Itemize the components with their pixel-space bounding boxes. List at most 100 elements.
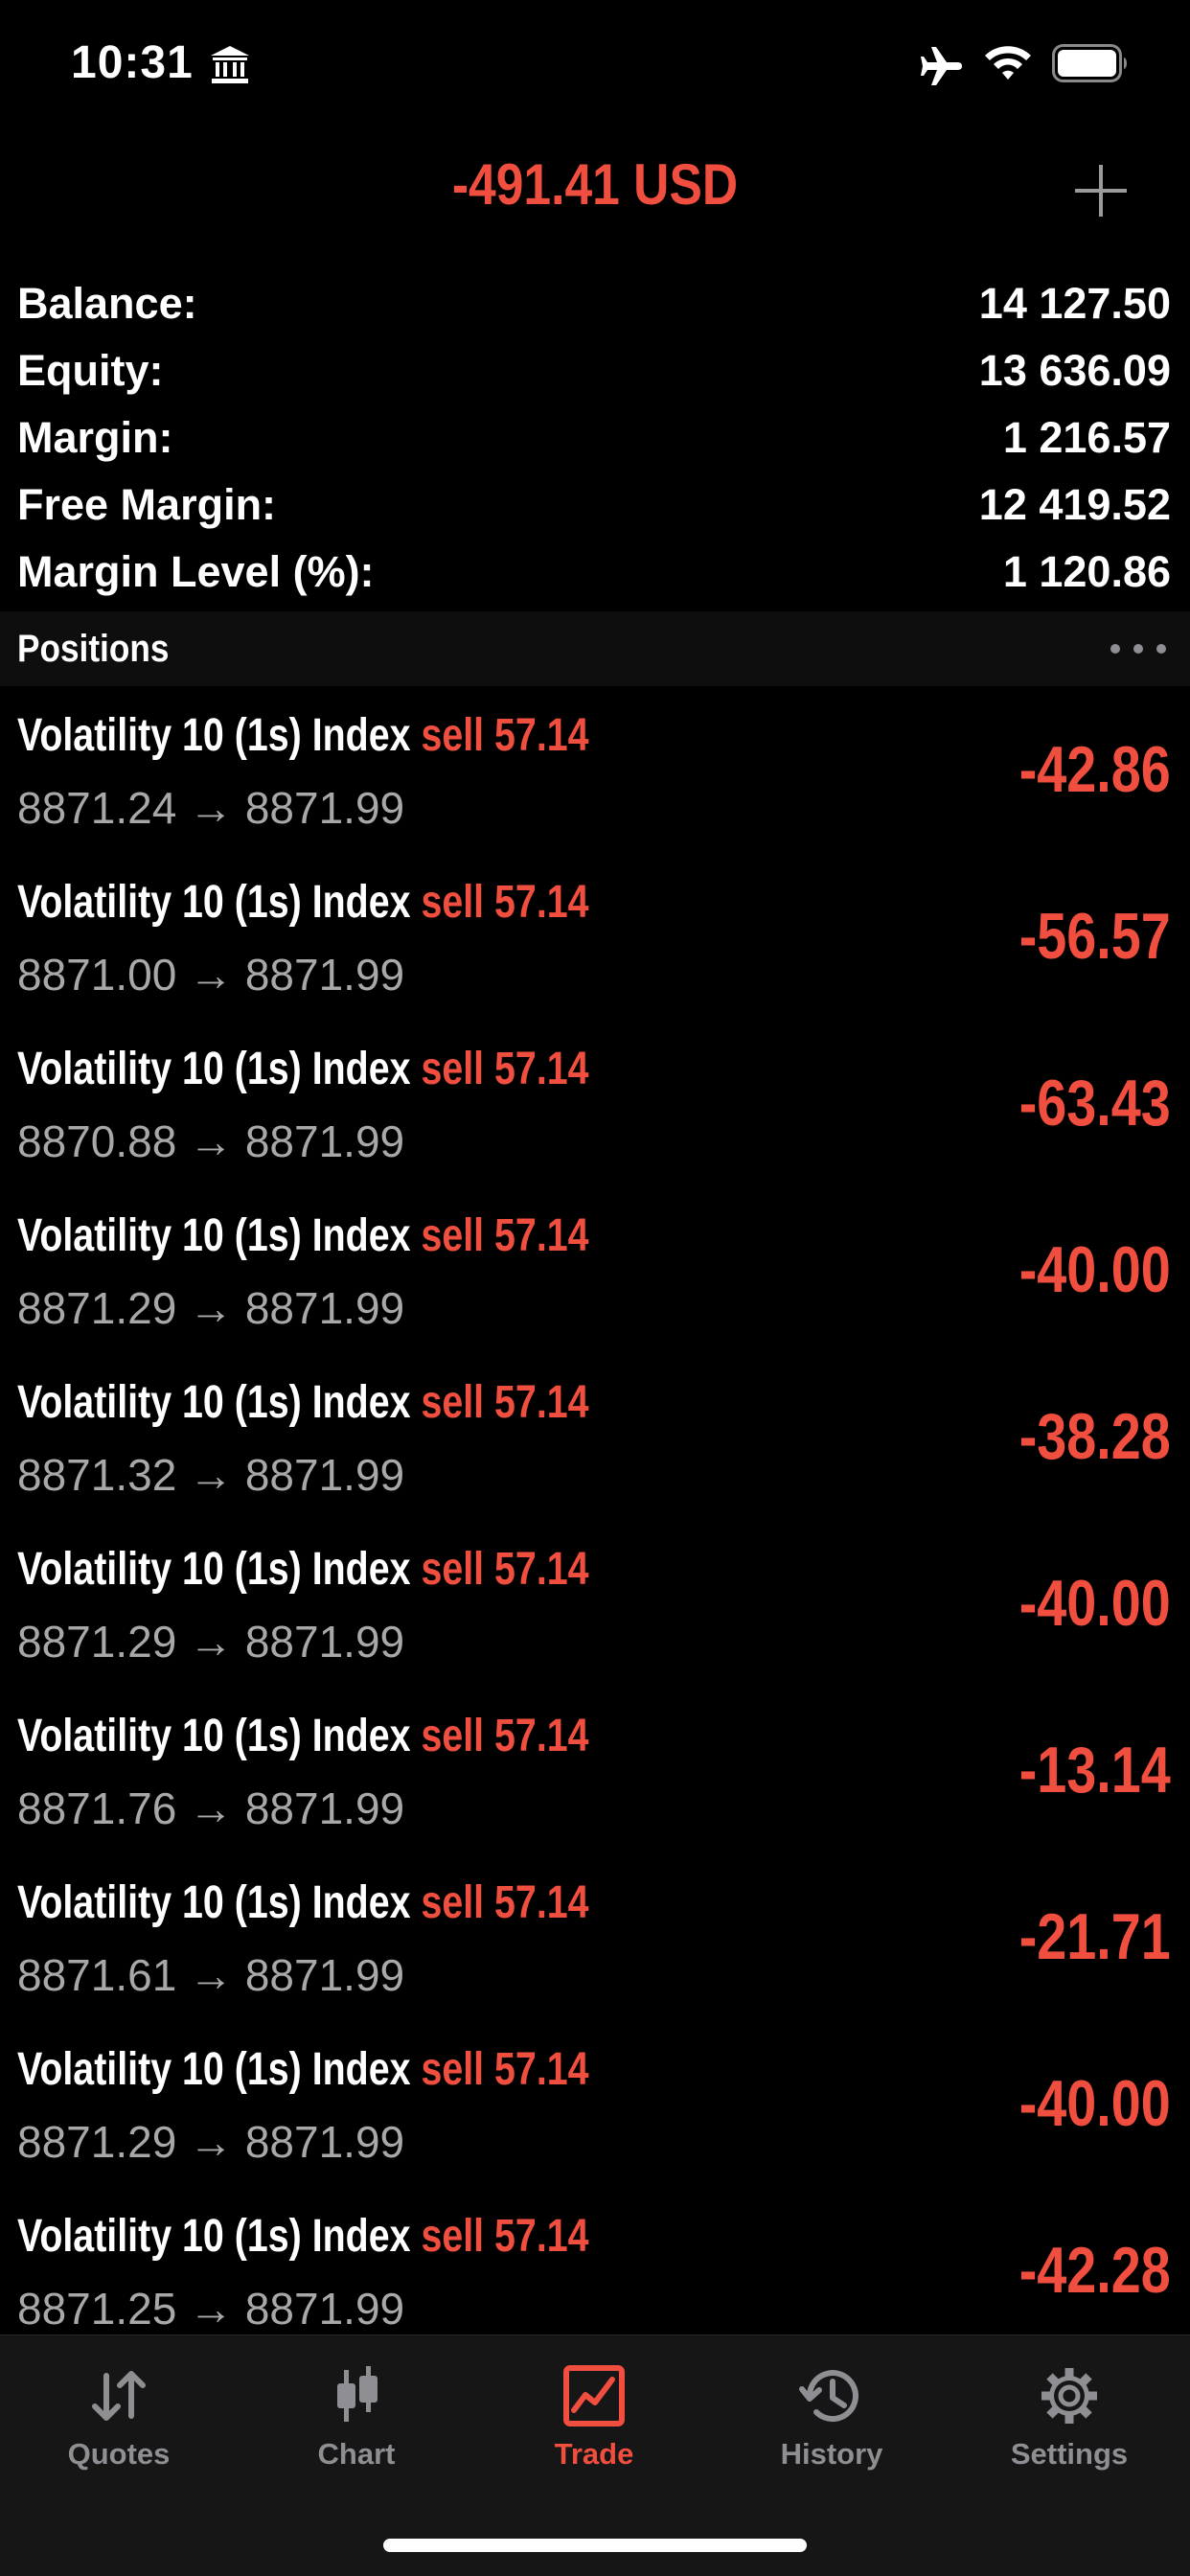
position-symbol: Volatility 10 (1s) Index [17, 1044, 411, 1094]
tab-chart[interactable]: Chart [238, 2335, 475, 2498]
position-title-line: Volatility 10 (1s) Index sell 57.14 [17, 1376, 589, 1429]
position-row[interactable]: Volatility 10 (1s) Index sell 57.14 8871… [0, 1522, 1190, 1689]
positions-list: Volatility 10 (1s) Index sell 57.14 8871… [0, 688, 1190, 2356]
tab-label: Trade [554, 2437, 634, 2471]
position-profit: -40.00 [1018, 1233, 1171, 1306]
position-profit: -21.71 [1018, 1900, 1171, 1973]
summary-value: 12 419.52 [978, 480, 1171, 529]
position-open-price: 8871.29 [17, 1617, 177, 1667]
position-symbol: Volatility 10 (1s) Index [17, 710, 411, 761]
position-current-price: 8871.99 [244, 1283, 405, 1333]
tab-settings[interactable]: Settings [950, 2335, 1188, 2498]
floating-profit-title: -491.41 USD [451, 152, 739, 217]
candlestick-icon [337, 2366, 378, 2422]
position-row[interactable]: Volatility 10 (1s) Index sell 57.14 8871… [0, 2022, 1190, 2189]
summary-value: 1 216.57 [1002, 413, 1171, 462]
position-volume: 57.14 [494, 1044, 589, 1094]
summary-value: 1 120.86 [1002, 547, 1171, 596]
position-current-price: 8871.99 [244, 783, 405, 833]
summary-row-margin: Margin: 1 216.57 [0, 404, 1190, 472]
add-order-plus-icon[interactable] [1071, 161, 1131, 220]
position-side: sell [421, 1877, 485, 1928]
position-price-line: 8871.29 → 8871.99 [17, 2116, 404, 2168]
position-title-line: Volatility 10 (1s) Index sell 57.14 [17, 1710, 589, 1762]
summary-row-balance: Balance: 14 127.50 [0, 270, 1190, 337]
price-arrow: → [189, 1450, 234, 1500]
position-profit: -13.14 [1018, 1734, 1171, 1806]
position-row[interactable]: Volatility 10 (1s) Index sell 57.14 8871… [0, 855, 1190, 1022]
position-side: sell [421, 2211, 485, 2262]
position-current-price: 8871.99 [244, 2117, 405, 2167]
price-arrow: → [189, 783, 234, 833]
wifi-icon [985, 46, 1031, 80]
position-title-line: Volatility 10 (1s) Index sell 57.14 [17, 876, 589, 929]
position-side: sell [421, 1044, 485, 1094]
position-profit: -38.28 [1018, 1400, 1171, 1473]
home-indicator[interactable] [383, 2539, 807, 2552]
position-row[interactable]: Volatility 10 (1s) Index sell 57.14 8871… [0, 2189, 1190, 2356]
airplane-icon [921, 47, 962, 85]
tab-history[interactable]: History [713, 2335, 950, 2498]
position-symbol: Volatility 10 (1s) Index [17, 2211, 411, 2262]
summary-row-free-margin: Free Margin: 12 419.52 [0, 472, 1190, 539]
summary-label: Balance: [17, 279, 197, 328]
status-time: 10:31 [71, 37, 194, 88]
position-side: sell [421, 1210, 485, 1261]
position-row[interactable]: Volatility 10 (1s) Index sell 57.14 8871… [0, 1188, 1190, 1355]
quotes-arrows-icon [92, 2371, 146, 2421]
position-open-price: 8871.29 [17, 2117, 177, 2167]
position-volume: 57.14 [494, 1877, 589, 1928]
price-arrow: → [189, 1283, 234, 1333]
position-symbol: Volatility 10 (1s) Index [17, 1711, 411, 1761]
more-options-icon[interactable] [1108, 639, 1169, 658]
position-profit: -42.28 [1018, 2234, 1171, 2307]
position-title-line: Volatility 10 (1s) Index sell 57.14 [17, 2043, 589, 2096]
position-open-price: 8871.25 [17, 2284, 177, 2334]
position-price-line: 8871.29 → 8871.99 [17, 1282, 404, 1334]
position-profit: -42.86 [1018, 733, 1171, 806]
position-current-price: 8871.99 [244, 950, 405, 1000]
app-screen: 10:31 -491.41 USD Balance: 14 127.50 Equ… [0, 0, 1190, 2576]
position-row[interactable]: Volatility 10 (1s) Index sell 57.14 8871… [0, 688, 1190, 855]
position-side: sell [421, 2044, 485, 2095]
position-title-line: Volatility 10 (1s) Index sell 57.14 [17, 1543, 589, 1596]
tab-trade[interactable]: Trade [475, 2335, 713, 2498]
tab-label: History [780, 2437, 883, 2471]
tab-quotes[interactable]: Quotes [0, 2335, 238, 2498]
position-current-price: 8871.99 [244, 1116, 405, 1166]
tab-label: Settings [1010, 2437, 1129, 2471]
position-volume: 57.14 [494, 2044, 589, 2095]
position-row[interactable]: Volatility 10 (1s) Index sell 57.14 8870… [0, 1022, 1190, 1188]
summary-label: Equity: [17, 346, 164, 395]
position-volume: 57.14 [494, 710, 589, 761]
positions-title: Positions [17, 627, 170, 670]
position-price-line: 8871.24 → 8871.99 [17, 782, 404, 834]
position-open-price: 8871.61 [17, 1950, 177, 2000]
summary-value: 14 127.50 [978, 279, 1171, 328]
position-current-price: 8871.99 [244, 1450, 405, 1500]
position-title-line: Volatility 10 (1s) Index sell 57.14 [17, 1043, 589, 1095]
status-bar: 10:31 [0, 0, 1190, 134]
price-arrow: → [189, 950, 234, 1000]
price-arrow: → [189, 2117, 234, 2167]
position-price-line: 8871.29 → 8871.99 [17, 1616, 404, 1668]
position-row[interactable]: Volatility 10 (1s) Index sell 57.14 8871… [0, 1689, 1190, 1855]
price-arrow: → [189, 1783, 234, 1833]
position-title-line: Volatility 10 (1s) Index sell 57.14 [17, 1876, 589, 1929]
position-profit: -63.43 [1018, 1067, 1171, 1139]
position-current-price: 8871.99 [244, 1617, 405, 1667]
position-volume: 57.14 [494, 1210, 589, 1261]
position-row[interactable]: Volatility 10 (1s) Index sell 57.14 8871… [0, 1855, 1190, 2022]
summary-label: Free Margin: [17, 480, 277, 529]
position-side: sell [421, 710, 485, 761]
position-volume: 57.14 [494, 2211, 589, 2262]
position-profit: -40.00 [1018, 1567, 1171, 1640]
position-price-line: 8871.76 → 8871.99 [17, 1782, 404, 1834]
position-price-line: 8871.00 → 8871.99 [17, 949, 404, 1000]
position-symbol: Volatility 10 (1s) Index [17, 1544, 411, 1595]
position-current-price: 8871.99 [244, 1783, 405, 1833]
price-arrow: → [189, 1617, 234, 1667]
position-open-price: 8871.76 [17, 1783, 177, 1833]
position-row[interactable]: Volatility 10 (1s) Index sell 57.14 8871… [0, 1355, 1190, 1522]
position-price-line: 8871.25 → 8871.99 [17, 2283, 404, 2334]
